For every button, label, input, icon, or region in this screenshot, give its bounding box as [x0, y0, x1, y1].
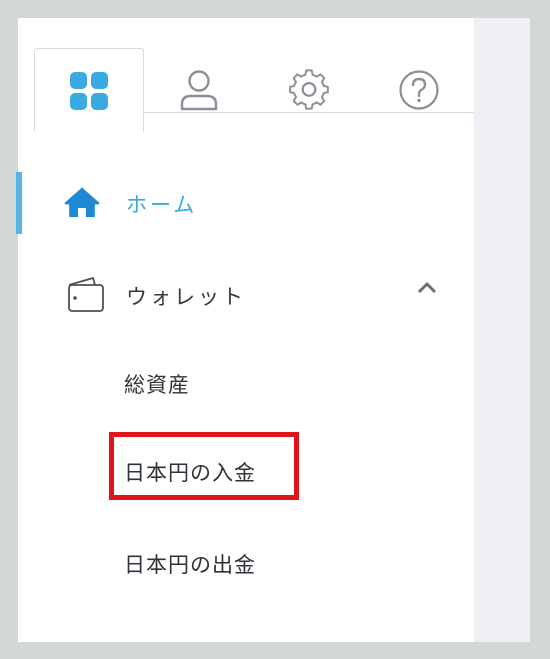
nav-item-wallet[interactable]: ウォレット — [66, 274, 446, 318]
active-indicator — [16, 172, 22, 234]
nav-sub-item-total-assets[interactable]: 総資産 — [124, 366, 190, 402]
nav-item-home-label: ホーム — [126, 193, 198, 217]
wallet-icon — [66, 274, 106, 318]
gear-icon — [288, 69, 330, 111]
tab-dashboard[interactable] — [34, 48, 144, 132]
tab-settings[interactable] — [256, 48, 362, 132]
nav-item-home[interactable]: ホーム — [64, 184, 197, 224]
nav-item-wallet-label: ウォレット — [126, 285, 246, 309]
tab-profile[interactable] — [146, 48, 252, 132]
help-icon — [398, 69, 440, 111]
content-area-edge — [474, 18, 530, 642]
chevron-up-icon[interactable] — [416, 280, 438, 300]
home-icon — [64, 186, 106, 222]
grid-icon — [68, 70, 110, 112]
nav-sub-item-label: 総資産 — [124, 373, 190, 397]
nav-sub-item-label: 日本円の出金 — [124, 553, 256, 577]
highlight-box — [109, 432, 299, 500]
nav-sub-item-jpy-withdrawal[interactable]: 日本円の出金 — [124, 546, 256, 582]
user-icon — [179, 68, 219, 112]
tab-help[interactable] — [366, 48, 472, 132]
